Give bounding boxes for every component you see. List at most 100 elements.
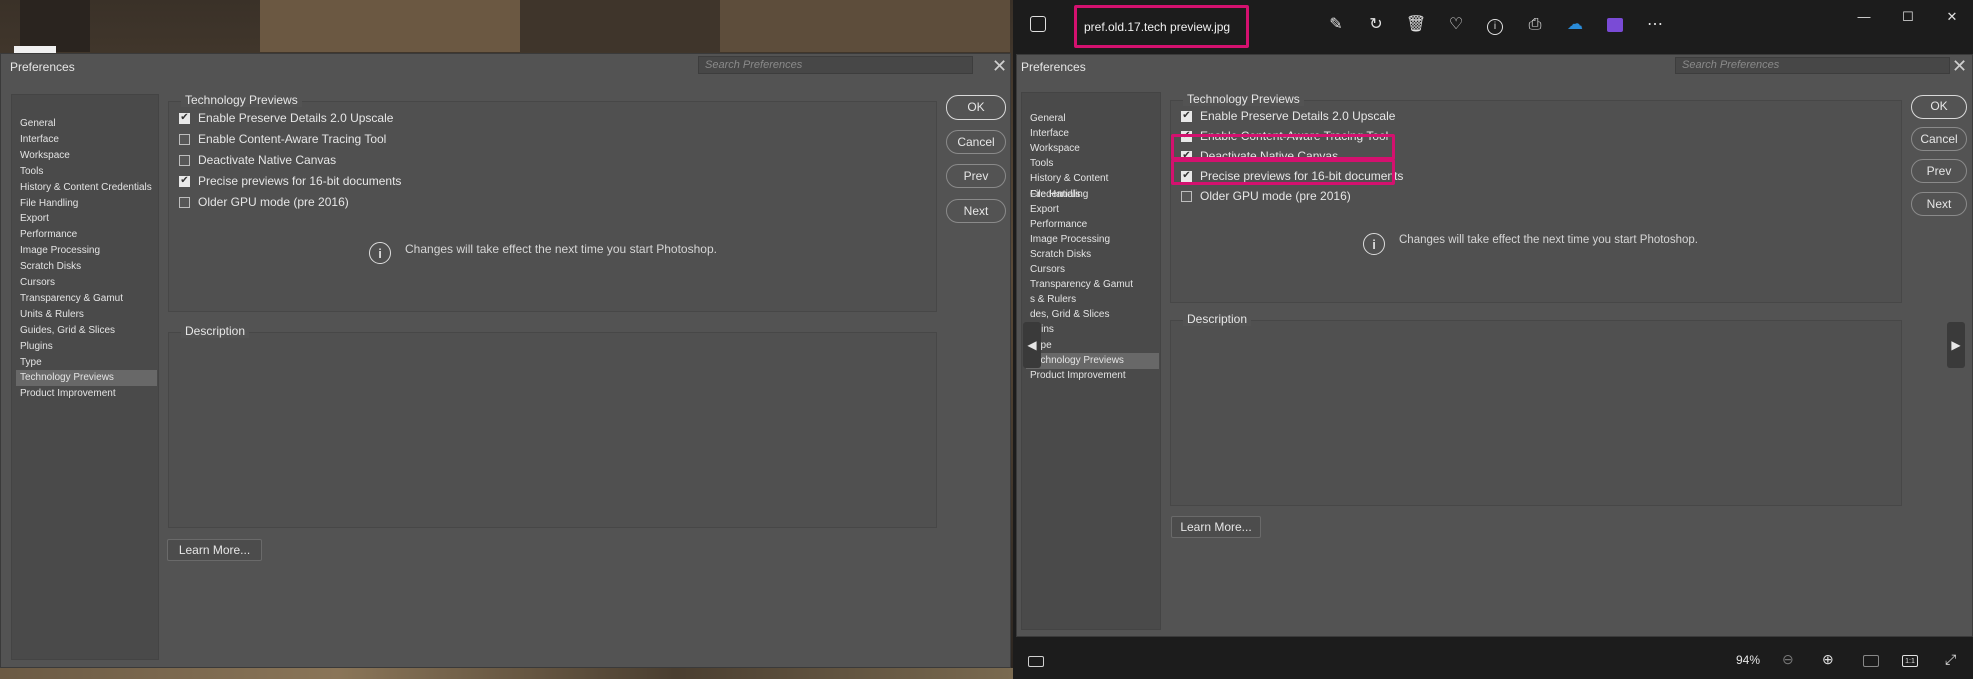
group-title: Technology Previews (1183, 92, 1304, 106)
option-row[interactable]: ✔ Precise previews for 16-bit documents (179, 172, 401, 190)
sidebar-item[interactable]: Performance (16, 227, 157, 243)
sidebar-item[interactable]: des, Grid & Slices (1026, 307, 1159, 323)
rotate-icon[interactable]: ↻ (1365, 14, 1387, 36)
checkbox[interactable]: ✔ (179, 175, 190, 187)
close-icon[interactable]: ✕ (1952, 57, 1967, 75)
zoom-level[interactable]: 94% (1736, 653, 1760, 667)
filename-box: pref.old.17.tech preview.jpg (1074, 5, 1249, 48)
highlight-native-canvas (1171, 159, 1395, 185)
option-row[interactable]: Older GPU mode (pre 2016) (1181, 187, 1351, 205)
ok-button[interactable]: OK (946, 95, 1006, 120)
checkbox[interactable] (1181, 190, 1192, 202)
sidebar-item[interactable]: Cursors (16, 275, 157, 291)
checkbox[interactable] (179, 133, 190, 145)
sidebar-item[interactable]: File Handling (1026, 187, 1159, 203)
close-icon[interactable]: ✕ (992, 57, 1007, 75)
next-button[interactable]: Next (946, 199, 1006, 223)
learn-more-button[interactable]: Learn More... (167, 539, 262, 561)
checkbox[interactable]: ✔ (1181, 110, 1192, 122)
sidebar-item[interactable]: ugins (1026, 322, 1159, 338)
sidebar-item[interactable]: Units & Rulers (16, 307, 157, 323)
sidebar-item[interactable]: History & Content Credentials (1026, 171, 1159, 200)
onedrive-icon[interactable]: ☁ (1564, 14, 1586, 36)
search-input[interactable]: Search Preferences (698, 56, 973, 74)
sidebar-item[interactable]: Guides, Grid & Slices (16, 323, 157, 339)
sidebar-item[interactable]: Workspace (1026, 141, 1159, 157)
window-close-icon[interactable]: ✕ (1941, 6, 1963, 28)
checkbox[interactable]: ✔ (179, 112, 190, 124)
sidebar-item[interactable]: General (1026, 111, 1159, 127)
checkbox[interactable] (179, 196, 190, 208)
clipchamp-icon[interactable] (1604, 14, 1626, 36)
option-row[interactable]: Enable Content-Aware Tracing Tool (179, 130, 386, 148)
description-title: Description (1183, 312, 1252, 326)
dialog-title: Preferences (1021, 60, 1086, 74)
delete-icon[interactable]: 🗑 (1405, 14, 1427, 36)
tech-previews-group: Technology Previews ✔ Enable Preserve Det… (1170, 92, 1902, 303)
option-row[interactable]: ✔ Enable Preserve Details 2.0 Upscale (179, 109, 393, 127)
sidebar-item[interactable]: Image Processing (16, 243, 157, 259)
info-icon[interactable]: i (1484, 14, 1506, 36)
favorite-icon[interactable]: ♡ (1445, 14, 1467, 36)
more-icon[interactable]: ⋯ (1644, 14, 1666, 36)
prev-button[interactable]: Prev (946, 164, 1006, 188)
previous-image-arrow[interactable]: ◀ (1023, 322, 1041, 368)
sidebar-item[interactable]: Export (1026, 202, 1159, 218)
sidebar-item[interactable]: Product Improvement (1026, 368, 1159, 384)
next-image-arrow[interactable]: ▶ (1947, 322, 1965, 368)
fullscreen-icon[interactable]: ⤢ (1945, 651, 1956, 668)
option-row[interactable]: Older GPU mode (pre 2016) (179, 193, 349, 211)
print-icon[interactable]: ⎙ (1524, 14, 1546, 36)
sidebar-item[interactable]: Scratch Disks (1026, 247, 1159, 263)
sidebar-item[interactable]: Transparency & Gamut (16, 291, 157, 307)
info-message: i Changes will take effect the next time… (1363, 233, 1698, 255)
minimize-icon[interactable]: — (1853, 6, 1875, 28)
search-input[interactable]: Search Preferences (1675, 57, 1950, 74)
sidebar-item[interactable]: Tools (16, 164, 157, 180)
checkbox[interactable] (179, 154, 190, 166)
maximize-icon[interactable]: ☐ (1897, 6, 1919, 28)
info-message: i Changes will take effect the next time… (369, 242, 717, 264)
sidebar-item[interactable]: Interface (1026, 126, 1159, 142)
option-label: Enable Preserve Details 2.0 Upscale (1200, 109, 1396, 123)
option-row[interactable]: ✔ Enable Preserve Details 2.0 Upscale (1181, 107, 1395, 125)
sidebar-item[interactable]: Type (16, 355, 157, 371)
sidebar-item[interactable]: Scratch Disks (16, 259, 157, 275)
sidebar-item[interactable]: Plugins (16, 339, 157, 355)
background-photo-bottom (0, 668, 1013, 679)
zoom-out-icon[interactable]: ⊖ (1782, 651, 1794, 668)
sidebar-item[interactable]: History & Content Credentials (16, 180, 157, 196)
sidebar-item[interactable]: Type (1026, 338, 1159, 354)
sidebar-item[interactable]: General (16, 116, 157, 132)
ok-button[interactable]: OK (1911, 95, 1967, 119)
cancel-button[interactable]: Cancel (946, 130, 1006, 154)
cancel-button[interactable]: Cancel (1911, 127, 1967, 151)
sidebar-item[interactable]: Workspace (16, 148, 157, 164)
sidebar-item[interactable]: Tools (1026, 156, 1159, 172)
option-row[interactable]: Deactivate Native Canvas (179, 151, 336, 169)
filename: pref.old.17.tech preview.jpg (1084, 20, 1231, 34)
prev-button[interactable]: Prev (1911, 159, 1967, 183)
sidebar-item[interactable]: Technology Previews (1026, 352, 1159, 369)
edit-image-icon[interactable]: ✎ (1325, 14, 1347, 36)
sidebar-item[interactable]: s & Rulers (1026, 292, 1159, 308)
zoom-in-icon[interactable]: ⊕ (1822, 651, 1834, 668)
filmstrip-icon[interactable] (1028, 656, 1044, 667)
next-button[interactable]: Next (1911, 192, 1967, 216)
gallery-icon[interactable] (1030, 16, 1046, 32)
preferences-sidebar: General Interface Workspace Tools History & … (1021, 92, 1161, 630)
sidebar-item[interactable]: Technology Previews (16, 370, 157, 387)
fit-to-window-icon[interactable] (1863, 655, 1879, 667)
sidebar-item[interactable]: Transparency & Gamut (1026, 277, 1159, 293)
sidebar-item[interactable]: Image Processing (1026, 232, 1159, 248)
actual-size-icon[interactable]: 1:1 (1902, 655, 1918, 667)
tech-previews-group: Technology Previews ✔ Enable Preserve Det… (168, 93, 937, 312)
info-icon: i (1363, 233, 1385, 255)
sidebar-item[interactable]: Performance (1026, 217, 1159, 233)
sidebar-item[interactable]: Product Improvement (16, 386, 157, 402)
sidebar-item[interactable]: File Handling (16, 196, 157, 212)
sidebar-item[interactable]: Interface (16, 132, 157, 148)
sidebar-item[interactable]: Cursors (1026, 262, 1159, 278)
learn-more-button[interactable]: Learn More... (1171, 516, 1261, 538)
sidebar-item[interactable]: Export (16, 211, 157, 227)
